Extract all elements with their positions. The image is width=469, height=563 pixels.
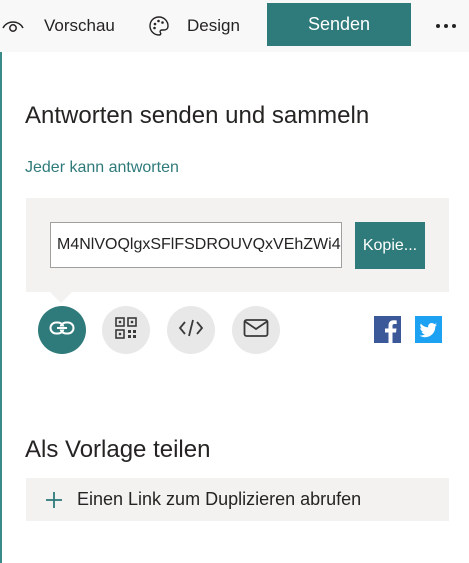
- share-link-button[interactable]: [38, 306, 86, 354]
- facebook-share-button[interactable]: [374, 315, 401, 348]
- design-label: Design: [187, 16, 240, 35]
- twitter-share-button[interactable]: [415, 315, 442, 348]
- panel-left-border: [0, 52, 2, 563]
- design-button[interactable]: Design: [148, 0, 240, 52]
- preview-button[interactable]: Vorschau: [2, 0, 115, 52]
- plus-icon: [45, 491, 63, 509]
- share-link-field[interactable]: M4NlVOQlgxSFlFSDROUVQxVEhZWi4u: [50, 222, 342, 268]
- facebook-icon: [374, 315, 401, 348]
- qr-code-icon: [115, 316, 137, 344]
- mail-icon: [243, 318, 269, 343]
- template-share-title: Als Vorlage teilen: [25, 436, 211, 463]
- eye-icon: [2, 19, 24, 33]
- share-mail-button[interactable]: [232, 306, 280, 354]
- preview-label: Vorschau: [44, 16, 115, 35]
- palette-icon: [148, 15, 170, 37]
- top-toolbar: Vorschau Design Senden: [0, 0, 469, 52]
- duplicate-link-label: Einen Link zum Duplizieren abrufen: [77, 489, 362, 509]
- send-button[interactable]: Senden: [267, 3, 411, 46]
- panel-pointer: [49, 291, 73, 303]
- copy-button[interactable]: Kopie...: [355, 222, 425, 269]
- twitter-icon: [415, 315, 442, 348]
- get-duplicate-link-button[interactable]: Einen Link zum Duplizieren abrufen: [26, 478, 449, 521]
- link-icon: [49, 321, 75, 340]
- share-embed-button[interactable]: [167, 306, 215, 354]
- more-options-icon[interactable]: [432, 14, 460, 38]
- audience-setting-link[interactable]: Jeder kann antworten: [25, 159, 179, 177]
- send-collect-title: Antworten senden und sammeln: [25, 102, 370, 129]
- embed-code-icon: [178, 318, 204, 343]
- share-qr-button[interactable]: [102, 306, 150, 354]
